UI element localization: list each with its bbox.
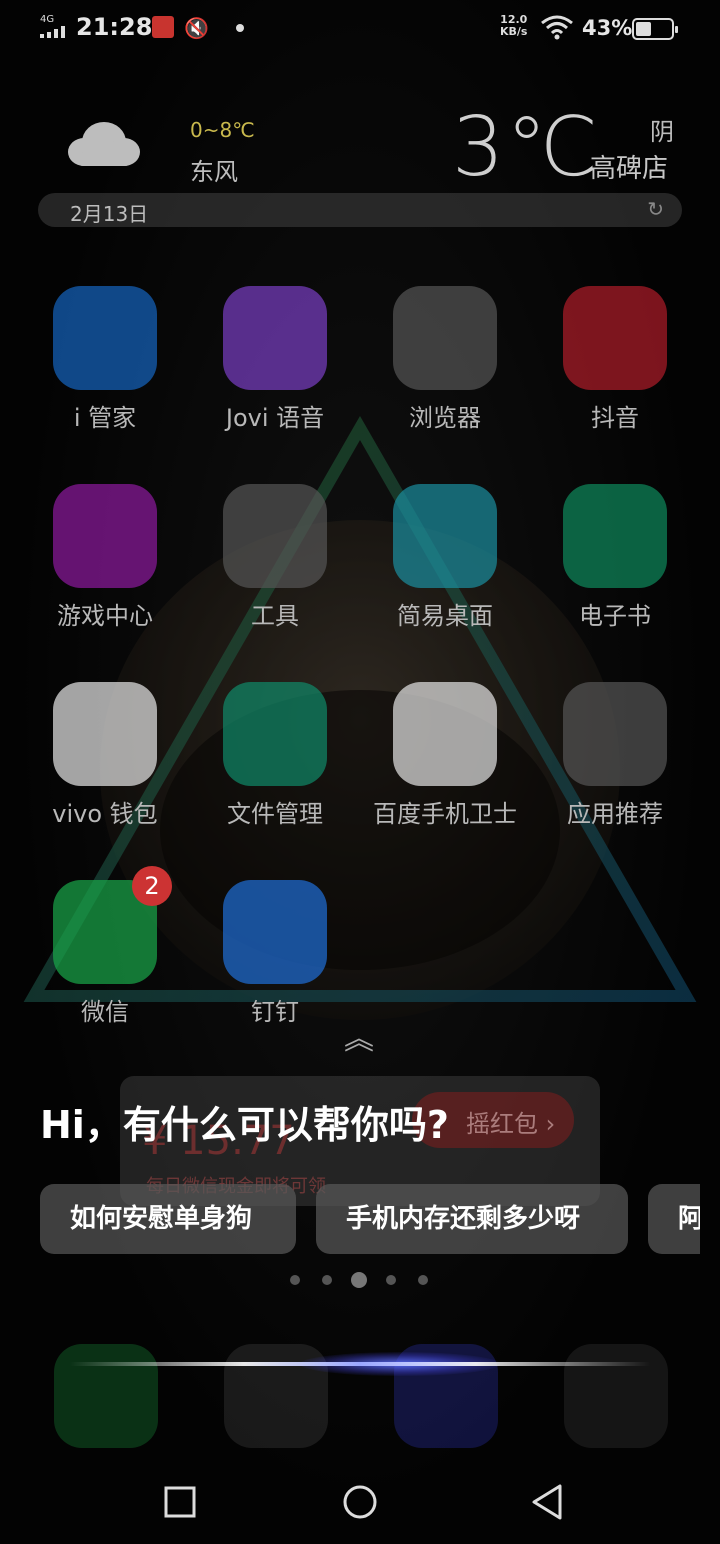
house-icon: [393, 484, 497, 588]
app-voice-wave[interactable]: Jovi 语音: [200, 286, 350, 433]
wifi-icon: [541, 15, 573, 40]
app-crown[interactable]: 游戏中心: [30, 484, 180, 631]
app-folder[interactable]: 应用推荐: [540, 682, 690, 829]
date-bar[interactable]: 2月13日 ↻: [38, 193, 682, 227]
app-house[interactable]: 简易桌面: [370, 484, 520, 631]
unread-badge: 2: [132, 866, 172, 906]
wallet-icon: [53, 682, 157, 786]
navigation-bar: [0, 1460, 720, 1544]
chevron-up-icon[interactable]: ︽: [344, 1014, 374, 1058]
page-dot: [418, 1275, 428, 1285]
camera-lens-icon[interactable]: [564, 1344, 668, 1448]
battery-icon: [632, 18, 678, 40]
folder-icon: [393, 286, 497, 390]
battery-percent: 43%: [582, 16, 633, 40]
current-temperature[interactable]: 3℃: [452, 100, 600, 195]
jovi-greeting: Hi，有什么可以帮你吗?: [40, 1103, 449, 1147]
home-icon[interactable]: [340, 1482, 380, 1522]
app-label: 简易桌面: [397, 602, 493, 630]
suggestion-chip[interactable]: 手机内存还剩多少呀: [316, 1184, 628, 1254]
dingtalk-icon: [223, 880, 327, 984]
suggestion-chip[interactable]: 如何安慰单身狗: [40, 1184, 296, 1254]
suggestion-chip[interactable]: 阿: [648, 1184, 700, 1254]
wind-direction: 东风: [190, 158, 238, 186]
folder-icon: [563, 682, 667, 786]
page-dot: [290, 1275, 300, 1285]
app-dingtalk[interactable]: 钉钉: [200, 880, 350, 1027]
app-shield[interactable]: i 管家: [30, 286, 180, 433]
app-label: i 管家: [73, 404, 137, 432]
app-notification-icon: [152, 16, 174, 38]
app-book[interactable]: 电子书: [540, 484, 690, 631]
speaker-muted-icon: 🔇: [184, 16, 209, 40]
network-speed: 12.0 KB/s: [500, 14, 527, 38]
app-folder[interactable]: 工具: [200, 484, 350, 631]
signal-icon: [40, 26, 65, 38]
app-label: 电子书: [579, 602, 651, 630]
clock: 21:28: [76, 13, 153, 41]
app-label: 文件管理: [227, 800, 323, 828]
date-text: 2月13日: [70, 202, 149, 226]
status-bar: 4G 21:28 🔇 12.0 KB/s 43%: [0, 0, 720, 56]
temperature-range: 0~8℃: [190, 118, 255, 142]
app-baidu-guard[interactable]: 百度手机卫士: [370, 682, 520, 829]
cloud-icon: [68, 122, 140, 166]
app-label: 浏览器: [409, 404, 481, 432]
app-label: 应用推荐: [567, 800, 663, 828]
app-label: 抖音: [591, 404, 639, 432]
app-label: 游戏中心: [57, 602, 153, 630]
app-file-folder[interactable]: 文件管理: [200, 682, 350, 829]
app-wechat[interactable]: 微信 2: [30, 866, 180, 1027]
page-dot: [386, 1275, 396, 1285]
voice-wave-icon: [223, 286, 327, 390]
crown-icon: [53, 484, 157, 588]
app-label: 工具: [251, 602, 299, 630]
refresh-icon[interactable]: ↻: [647, 197, 664, 221]
city-name[interactable]: 高碑店: [590, 148, 668, 185]
app-folder[interactable]: 浏览器: [370, 286, 520, 433]
file-folder-icon: [223, 682, 327, 786]
shield-icon: [53, 286, 157, 390]
recent-apps-icon[interactable]: [160, 1482, 200, 1522]
phone-icon[interactable]: [54, 1344, 158, 1448]
app-label: 百度手机卫士: [373, 800, 517, 828]
app-label: Jovi 语音: [225, 404, 325, 432]
more-notifications-icon: [236, 24, 244, 32]
network-type: 4G: [40, 14, 55, 25]
back-icon[interactable]: [528, 1482, 568, 1522]
baidu-guard-icon: [393, 682, 497, 786]
page-dot: [322, 1275, 332, 1285]
folder-icon: [223, 484, 327, 588]
douyin-icon: [563, 286, 667, 390]
app-douyin[interactable]: 抖音: [540, 286, 690, 433]
book-icon: [563, 484, 667, 588]
page-dot: [351, 1272, 367, 1288]
app-label: vivo 钱包: [52, 800, 158, 828]
app-label: 微信: [81, 998, 129, 1026]
app-label: 钉钉: [251, 998, 299, 1026]
weather-condition: 阴: [650, 118, 674, 146]
app-wallet[interactable]: vivo 钱包: [30, 682, 180, 829]
jovi-listening-indicator: [70, 1362, 650, 1366]
speed-unit: KB/s: [500, 25, 528, 38]
shake-red-packet-label: 摇红包 ›: [466, 1110, 556, 1138]
